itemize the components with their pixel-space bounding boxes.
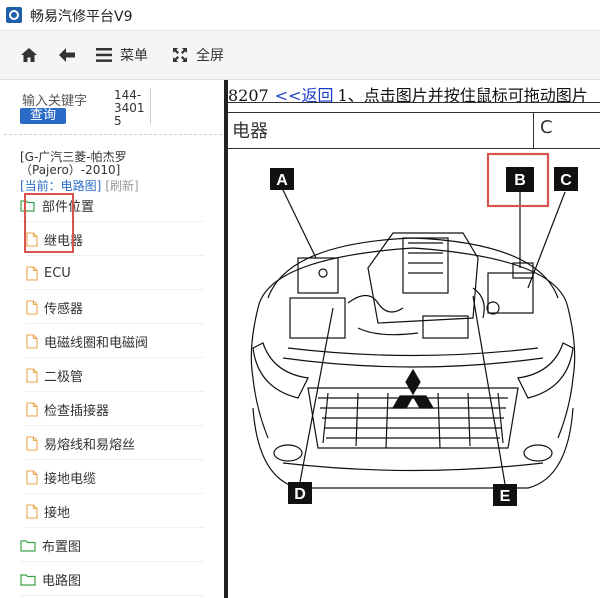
tree-item-label: 易熔线和易熔丝 [44, 437, 136, 453]
engine-bay-drawing [250, 232, 576, 489]
folder-icon [20, 539, 36, 552]
file-icon [26, 469, 38, 485]
sidebar-separator [4, 134, 222, 135]
callout-b-label: B [514, 172, 526, 189]
tree-item-label: 布置图 [42, 539, 82, 555]
callout-e-label: E [500, 488, 511, 505]
callout-a: A [270, 168, 294, 190]
table-row: 电器 C [228, 112, 600, 149]
window-title: 畅易汽修平台V9 [30, 9, 133, 25]
file-icon [26, 435, 38, 451]
table-cell-c: C [540, 117, 553, 138]
callout-c-label: C [560, 172, 572, 189]
tree-item[interactable]: 接地电缆 [26, 461, 204, 494]
table-top-rule [228, 102, 600, 103]
file-icon [26, 401, 38, 417]
callout-lines [282, 189, 566, 485]
callout-a-label: A [276, 172, 288, 189]
engine-bay-diagram[interactable]: A B C D E [228, 148, 600, 598]
callout-d-label: D [294, 486, 306, 503]
table-cell-electrical: 电器 [232, 121, 268, 142]
code-divider [150, 88, 151, 124]
tree-item[interactable]: 布置图 [20, 529, 204, 562]
file-icon [26, 265, 38, 281]
tree-item-label: ECU [44, 265, 71, 281]
highlight-annotation [24, 193, 74, 253]
tree-item-label: 二极管 [44, 369, 84, 385]
arrow-left-icon [59, 48, 75, 62]
tree-item[interactable]: ECU [26, 257, 204, 290]
tree-item[interactable]: 传感器 [26, 291, 204, 324]
tree-item[interactable]: 电磁线圈和电磁阀 [26, 325, 204, 358]
tree-item[interactable]: 二极管 [26, 359, 204, 392]
back-button[interactable] [58, 43, 76, 67]
hamburger-icon [96, 48, 112, 62]
part-code: 144-34015 [114, 88, 145, 128]
tree-item-label: 传感器 [44, 301, 84, 317]
file-icon [26, 367, 38, 383]
callout-e: E [493, 484, 517, 506]
file-icon [26, 503, 38, 519]
file-icon [26, 299, 38, 315]
vehicle-model: [G-广汽三菱-帕杰罗 （Pajero）-2010] [20, 151, 127, 177]
tree-item-label: 接地电缆 [44, 471, 97, 487]
menu-button[interactable]: 菜单 [96, 43, 148, 67]
tree-item-label: 电磁线圈和电磁阀 [44, 335, 149, 351]
toolbar: 菜单 全屏 [0, 31, 600, 80]
tree-item-label: 电路图 [42, 573, 82, 589]
tree-item[interactable]: 易熔线和易熔丝 [26, 427, 204, 460]
keyword-input[interactable]: 输入关键字 [22, 90, 87, 109]
vehicle-model-line2: （Pajero）-2010] [20, 163, 121, 177]
tree-item[interactable]: 电路图 [20, 563, 204, 596]
home-icon [21, 48, 37, 62]
home-button[interactable] [20, 43, 38, 67]
menu-label: 菜单 [120, 48, 148, 64]
folder-icon [20, 573, 36, 586]
search-button[interactable]: 查询 [20, 108, 66, 124]
file-icon [26, 333, 38, 349]
title-bar: 畅易汽修平台V9 [0, 0, 600, 31]
table-cell-divider [533, 113, 534, 148]
callout-b: B [486, 152, 550, 208]
fullscreen-button[interactable]: 全屏 [172, 43, 224, 67]
fullscreen-icon [173, 48, 187, 62]
callout-c: C [554, 167, 578, 191]
tree-item[interactable]: 检查插接器 [26, 393, 204, 426]
tree-item[interactable]: 接地 [26, 495, 204, 528]
callout-d: D [288, 482, 312, 504]
tree-item-label: 接地 [44, 505, 71, 521]
content-panel: 8207 <<返回 1、点击图片并按住鼠标可拖动图片 电器 C A B C D … [228, 80, 600, 598]
tree-item-label: 检查插接器 [44, 403, 110, 419]
fullscreen-label: 全屏 [196, 48, 224, 64]
app-logo-icon [6, 7, 22, 23]
